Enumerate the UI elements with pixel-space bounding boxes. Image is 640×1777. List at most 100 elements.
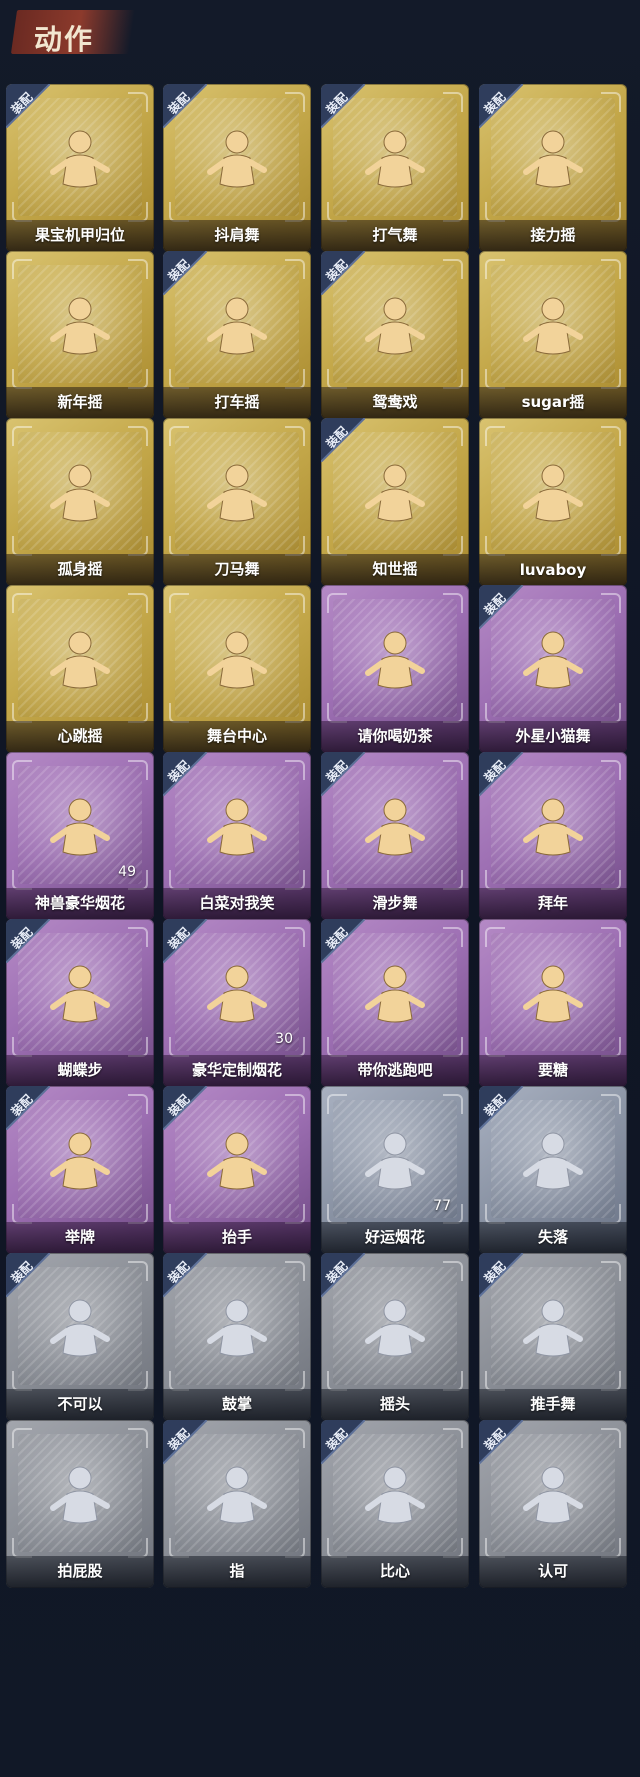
equipped-badge: 装配 <box>321 84 365 128</box>
emote-card[interactable]: sugar摇 <box>479 251 627 419</box>
corner-ornament <box>327 703 347 723</box>
corner-ornament <box>285 202 305 222</box>
corner-ornament <box>485 1371 505 1391</box>
equipped-badge: 装配 <box>163 919 207 963</box>
emote-card[interactable]: 装配 蝴蝶步 <box>6 919 154 1087</box>
corner-ornament <box>327 870 347 890</box>
dance-icon <box>358 458 432 536</box>
equipped-badge: 装配 <box>321 752 365 796</box>
corner-ornament <box>128 1371 148 1391</box>
emote-label: 推手舞 <box>530 1395 576 1413</box>
corner-ornament <box>443 369 463 389</box>
dance-icon <box>516 625 590 703</box>
emote-card[interactable]: 装配 带你逃跑吧 <box>321 919 469 1087</box>
equipped-badge: 装配 <box>321 1420 365 1464</box>
emote-label: 刀马舞 <box>214 560 260 578</box>
equipped-badge: 装配 <box>321 251 365 295</box>
emote-label: 滑步舞 <box>372 894 418 912</box>
emote-card[interactable]: 装配 推手舞 <box>479 1253 627 1421</box>
emote-card[interactable]: 装配 打气舞 <box>321 84 469 252</box>
corner-ornament <box>443 536 463 556</box>
emote-card[interactable]: 装配 拜年 <box>479 752 627 920</box>
corner-ornament <box>169 1204 189 1224</box>
corner-ornament <box>601 1371 621 1391</box>
emote-card[interactable]: 装配 白菜对我笑 <box>163 752 311 920</box>
emote-label: sugar摇 <box>521 393 585 411</box>
emote-label: 比心 <box>379 1562 410 1580</box>
corner-ornament <box>12 1428 32 1448</box>
corner-ornament <box>12 1538 32 1558</box>
corner-ornament <box>169 703 189 723</box>
corner-ornament <box>285 593 305 613</box>
emote-card[interactable]: 装配 抬手 <box>163 1086 311 1254</box>
emote-card[interactable]: 装配 认可 <box>479 1420 627 1588</box>
corner-ornament <box>128 92 148 112</box>
emote-card[interactable]: 装配滑步舞 <box>321 752 469 920</box>
emote-card[interactable]: 77 好运烟花 <box>321 1086 469 1254</box>
emote-card[interactable]: luvaboy <box>479 418 627 586</box>
emote-card[interactable]: 装配知世摇 <box>321 418 469 586</box>
corner-ornament <box>443 1371 463 1391</box>
corner-ornament <box>485 1204 505 1224</box>
emote-card[interactable]: 装配指 <box>163 1420 311 1588</box>
emote-label: 请你喝奶茶 <box>357 727 433 745</box>
corner-ornament <box>285 92 305 112</box>
emote-card[interactable]: 装配 30 豪华定制烟花 <box>163 919 311 1087</box>
equipped-badge: 装配 <box>163 1253 207 1297</box>
emote-card[interactable]: 装配 外星小猫舞 <box>479 585 627 753</box>
corner-ornament <box>128 760 148 780</box>
emote-card[interactable]: 孤身摇 <box>6 418 154 586</box>
emote-card[interactable]: 舞台中心 <box>163 585 311 753</box>
emote-card[interactable]: 要糖 <box>479 919 627 1087</box>
equipped-badge: 装配 <box>479 752 523 796</box>
dance-icon <box>358 291 432 369</box>
emote-card[interactable]: 装配 摇头 <box>321 1253 469 1421</box>
corner-ornament <box>285 1204 305 1224</box>
emote-card[interactable]: 装配 抖肩舞 <box>163 84 311 252</box>
emote-card[interactable]: 装配 举牌 <box>6 1086 154 1254</box>
equipped-badge: 装配 <box>321 418 365 462</box>
emote-card[interactable]: 装配 失落 <box>479 1086 627 1254</box>
corner-ornament <box>443 870 463 890</box>
corner-ornament <box>601 1204 621 1224</box>
emote-label: 外星小猫舞 <box>515 727 591 745</box>
dance-icon <box>200 124 274 202</box>
run-icon <box>43 1460 117 1538</box>
dance-icon <box>43 458 117 536</box>
emote-label: 知世摇 <box>372 560 418 578</box>
emote-card[interactable]: 请你喝奶茶 <box>321 585 469 753</box>
corner-ornament <box>128 536 148 556</box>
corner-ornament <box>443 259 463 279</box>
corner-ornament <box>443 760 463 780</box>
corner-ornament <box>601 927 621 947</box>
emote-card[interactable]: 装配 打车摇 <box>163 251 311 419</box>
corner-ornament <box>128 426 148 446</box>
emote-card[interactable]: 装配 鼓掌 <box>163 1253 311 1421</box>
emote-card[interactable]: 装配比心 <box>321 1420 469 1588</box>
corner-ornament <box>285 259 305 279</box>
corner-ornament <box>443 92 463 112</box>
corner-ornament <box>485 426 505 446</box>
emote-label: 打车摇 <box>214 393 260 411</box>
equipped-badge: 装配 <box>321 1253 365 1297</box>
emote-card[interactable]: 装配 鸳鸯戏 <box>321 251 469 419</box>
corner-ornament <box>128 927 148 947</box>
heart-icon <box>358 1460 432 1538</box>
corner-ornament <box>12 1037 32 1057</box>
corner-ornament <box>285 1094 305 1114</box>
emote-card[interactable]: 新年摇 <box>6 251 154 419</box>
corner-ornament <box>443 426 463 446</box>
equipped-badge: 装配 <box>6 1086 50 1130</box>
emote-card[interactable]: 装配 不可以 <box>6 1253 154 1421</box>
corner-ornament <box>485 927 505 947</box>
emote-card[interactable]: 装配 果宝机甲归位 <box>6 84 154 252</box>
emote-card[interactable]: 装配 接力摇 <box>479 84 627 252</box>
corner-ornament <box>327 1371 347 1391</box>
corner-ornament <box>12 259 32 279</box>
emote-card[interactable]: 心跳摇 <box>6 585 154 753</box>
emote-card[interactable]: 拍屁股 <box>6 1420 154 1588</box>
emote-card[interactable]: 刀马舞 <box>163 418 311 586</box>
corner-ornament <box>601 1538 621 1558</box>
pose-icon <box>43 124 117 202</box>
emote-card[interactable]: 49 神兽豪华烟花 <box>6 752 154 920</box>
